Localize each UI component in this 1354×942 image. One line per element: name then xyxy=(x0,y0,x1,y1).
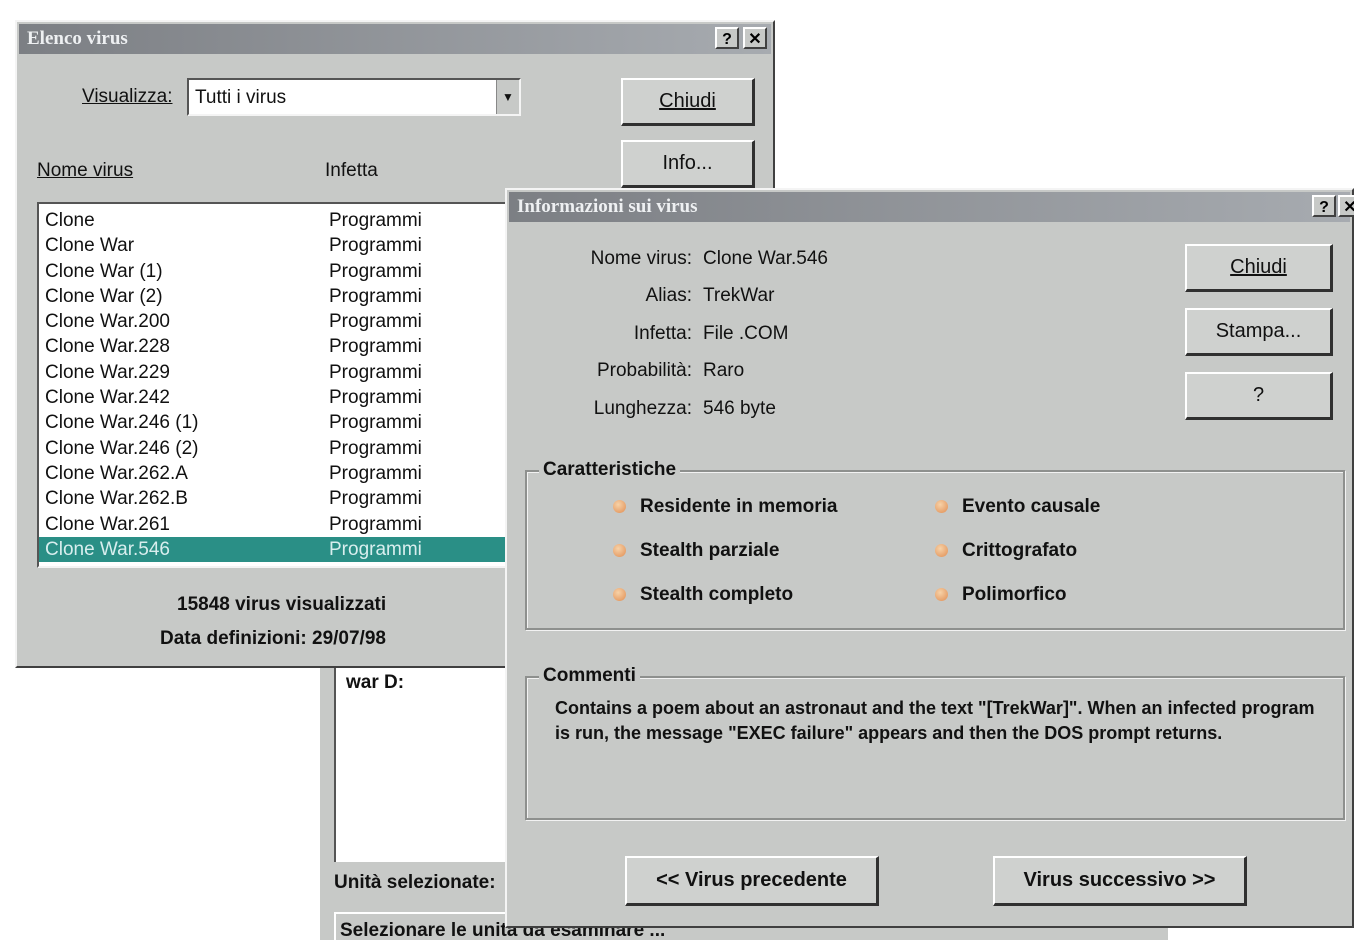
field-label: Alias: xyxy=(645,285,692,306)
characteristic-item: Stealth completo xyxy=(613,584,793,606)
column-header-infects[interactable]: Infetta xyxy=(325,160,378,182)
virus-name-cell: Clone War.546 xyxy=(45,538,170,560)
virus-count: 15848 virus visualizzati xyxy=(177,594,387,615)
virus-name-cell: Clone xyxy=(45,210,95,231)
window-title: Informazioni sui virus xyxy=(517,196,698,217)
virus-infects-cell: Programmi xyxy=(329,412,422,434)
comments-text: Contains a poem about an astronaut and t… xyxy=(555,698,1315,743)
virus-infects-cell: Programmi xyxy=(329,437,422,459)
virus-name-cell: Clone War.246 (1) xyxy=(45,412,199,434)
title-bar: Elenco virus ? ✕ xyxy=(19,24,771,54)
close-button[interactable]: Chiudi xyxy=(1185,244,1333,292)
field-label: Nome virus: xyxy=(590,248,692,269)
view-select[interactable]: Tutti i virus ▼ xyxy=(187,78,521,116)
close-icon[interactable]: ✕ xyxy=(743,27,767,49)
window-title: Elenco virus xyxy=(27,28,128,49)
virus-infects-cell: Programmi xyxy=(329,488,422,510)
field-label: Probabilità: xyxy=(596,360,692,381)
help-button[interactable]: ? xyxy=(1185,372,1333,420)
virus-name-cell: Clone War (1) xyxy=(45,260,163,282)
virus-name-cell: Clone War.242 xyxy=(45,387,170,409)
view-select-value: Tutti i virus xyxy=(195,87,287,108)
virus-infects-cell: Programmi xyxy=(329,538,422,560)
characteristic-item: Evento causale xyxy=(935,496,1100,518)
characteristic-item: Stealth parziale xyxy=(613,540,779,562)
help-icon[interactable]: ? xyxy=(715,27,739,49)
field-value: Raro xyxy=(703,360,745,381)
virus-infects-cell: Programmi xyxy=(329,387,422,409)
bullet-icon xyxy=(935,544,948,557)
field-value: File .COM xyxy=(703,323,789,344)
virus-name-cell: Clone War.246 (2) xyxy=(45,437,199,459)
field-label: Lunghezza: xyxy=(593,398,692,419)
close-icon[interactable]: ✕ xyxy=(1338,195,1354,217)
virus-name-cell: Clone War.229 xyxy=(45,361,170,383)
virus-name-cell: Clone War (2) xyxy=(45,285,163,307)
virus-infects-cell: Programmi xyxy=(329,361,422,383)
virus-name-cell: Clone War.200 xyxy=(45,311,170,333)
column-header-name[interactable]: Nome virus xyxy=(37,160,133,182)
bullet-icon xyxy=(613,588,626,601)
field-value: 546 byte xyxy=(703,398,776,419)
characteristics-title: Caratteristiche xyxy=(539,459,681,481)
virus-infects-cell: Programmi xyxy=(329,336,422,358)
print-button[interactable]: Stampa... xyxy=(1185,308,1333,356)
virus-infects-cell: Programmi xyxy=(329,235,422,257)
characteristic-item: Polimorfico xyxy=(935,584,1067,606)
title-bar: Informazioni sui virus ? ✕ xyxy=(509,192,1354,222)
virus-infects-cell: Programmi xyxy=(329,285,422,307)
virus-name-cell: Clone War.262.A xyxy=(45,462,188,484)
characteristic-item: Crittografato xyxy=(935,540,1077,562)
virus-name-cell: Clone War xyxy=(45,235,135,257)
virus-infects-cell: Programmi xyxy=(329,513,422,535)
bullet-icon xyxy=(935,500,948,513)
virus-infects-cell: Programmi xyxy=(329,462,422,484)
field-value: Clone War.546 xyxy=(703,248,828,269)
virus-name-cell: Clone War.262.B xyxy=(45,488,188,510)
characteristics-group: Caratteristiche Residente in memoria Ste… xyxy=(525,459,1345,630)
virus-info-window: Informazioni sui virus ? ✕ Nome virus: C… xyxy=(505,188,1354,928)
help-icon[interactable]: ? xyxy=(1312,195,1336,217)
next-virus-button[interactable]: Virus successivo >> xyxy=(993,856,1247,906)
comments-title: Commenti xyxy=(539,665,640,687)
definitions-date: Data definizioni: 29/07/98 xyxy=(160,628,386,649)
virus-infects-cell: Programmi xyxy=(329,311,422,333)
virus-infects-cell: Programmi xyxy=(329,210,422,231)
characteristic-item: Residente in memoria xyxy=(613,496,837,518)
virus-name-cell: Clone War.228 xyxy=(45,336,170,358)
chevron-down-icon[interactable]: ▼ xyxy=(496,80,519,114)
comments-group: Commenti Contains a poem about an astron… xyxy=(525,665,1345,820)
bullet-icon xyxy=(935,588,948,601)
close-button[interactable]: Chiudi xyxy=(621,78,755,126)
field-label: Infetta: xyxy=(633,323,692,344)
background-list-item: war D: xyxy=(346,672,405,693)
unit-label: Unità selezionate: xyxy=(334,872,496,893)
bullet-icon xyxy=(613,544,626,557)
previous-virus-button[interactable]: << Virus precedente xyxy=(625,856,879,906)
bullet-icon xyxy=(613,500,626,513)
view-label: Visualizza: xyxy=(82,86,173,107)
virus-infects-cell: Programmi xyxy=(329,260,422,282)
virus-name-cell: Clone War.261 xyxy=(45,513,170,535)
info-button[interactable]: Info... xyxy=(621,140,755,188)
field-value: TrekWar xyxy=(703,285,775,306)
